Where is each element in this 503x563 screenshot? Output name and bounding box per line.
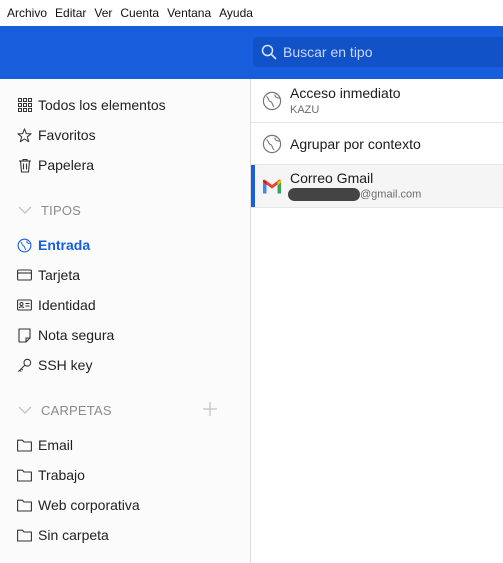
sidebar-item-label: Identidad — [38, 297, 96, 313]
sidebar-item-secure-note[interactable]: Nota segura — [17, 324, 114, 346]
list-item[interactable]: Agrupar por contexto — [251, 123, 503, 165]
app-header — [0, 26, 503, 79]
sidebar-item-label: Email — [38, 437, 74, 453]
item-title: Agrupar por contexto — [290, 136, 421, 152]
sidebar-item-label: Papelera — [38, 157, 95, 173]
sidebar-item-label: Web corporativa — [38, 497, 140, 513]
sidebar-item-label: Tarjeta — [38, 267, 81, 283]
sidebar-item-login[interactable]: Entrada — [17, 234, 90, 256]
item-subtitle: @gmail.com — [360, 188, 422, 201]
id-card-icon — [17, 298, 32, 313]
types-header-label: TIPOS — [41, 202, 82, 218]
sidebar-item-card[interactable]: Tarjeta — [17, 264, 80, 286]
folders-header-label: CARPETAS — [41, 402, 112, 418]
gmail-icon — [262, 177, 282, 197]
sidebar-item-identity[interactable]: Identidad — [17, 294, 96, 316]
search-input[interactable] — [283, 44, 503, 60]
note-icon — [17, 327, 32, 343]
sidebar-item-label: Todos los elementos — [38, 97, 166, 113]
star-icon — [17, 127, 32, 143]
sidebar-item-folder-email[interactable]: Email — [17, 434, 73, 456]
sidebar-item-label: Nota segura — [38, 327, 115, 343]
folder-icon — [17, 438, 32, 453]
list-item[interactable]: Correo Gmail @gmail.com — [251, 165, 503, 208]
menu-archivo[interactable]: Archivo — [7, 0, 47, 26]
globe-icon — [262, 134, 282, 154]
sidebar: Todos los elementos Favoritos Papelera T… — [0, 79, 251, 563]
search-icon — [261, 44, 277, 60]
redacted-username — [288, 188, 360, 201]
grid-icon — [17, 98, 32, 113]
sidebar-item-trash[interactable]: Papelera — [17, 154, 94, 176]
item-title: Correo Gmail — [290, 170, 374, 186]
folder-icon — [17, 498, 32, 513]
credit-card-icon — [17, 268, 32, 283]
folders-section-header[interactable]: CARPETAS — [17, 399, 112, 421]
globe-icon — [17, 238, 32, 253]
menu-ver[interactable]: Ver — [94, 0, 112, 26]
sidebar-item-favorites[interactable]: Favoritos — [17, 124, 96, 146]
menu-bar: Archivo Editar Ver Cuenta Ventana Ayuda — [0, 0, 503, 26]
chevron-down-icon — [17, 402, 33, 418]
menu-editar[interactable]: Editar — [55, 0, 86, 26]
sidebar-item-all-items[interactable]: Todos los elementos — [17, 94, 166, 116]
menu-ventana[interactable]: Ventana — [167, 0, 211, 26]
key-icon — [17, 358, 32, 373]
menu-ayuda[interactable]: Ayuda — [219, 0, 253, 26]
sidebar-item-folder-corporate-web[interactable]: Web corporativa — [17, 494, 140, 516]
sidebar-item-folder-work[interactable]: Trabajo — [17, 464, 85, 486]
vault-item-list: Acceso inmediato KAZU Agrupar por contex… — [251, 79, 503, 563]
item-subtitle: KAZU — [290, 104, 320, 116]
sidebar-item-label: SSH key — [38, 357, 93, 373]
chevron-down-icon — [17, 202, 33, 218]
sidebar-item-no-folder[interactable]: Sin carpeta — [17, 524, 109, 546]
folder-icon — [17, 468, 32, 483]
item-title: Acceso inmediato — [290, 85, 401, 101]
globe-icon — [262, 91, 282, 111]
list-item[interactable]: Acceso inmediato KAZU — [251, 79, 503, 123]
sidebar-item-label: Trabajo — [38, 467, 85, 483]
trash-icon — [17, 158, 32, 173]
menu-cuenta[interactable]: Cuenta — [120, 0, 159, 26]
sidebar-item-ssh-key[interactable]: SSH key — [17, 354, 92, 376]
plus-icon[interactable] — [202, 401, 218, 417]
search-box[interactable] — [253, 37, 503, 67]
item-subtitle-wrap: @gmail.com — [288, 188, 422, 201]
sidebar-item-label: Sin carpeta — [38, 527, 109, 543]
types-section-header[interactable]: TIPOS — [17, 199, 81, 221]
sidebar-item-label: Favoritos — [38, 127, 96, 143]
sidebar-item-label: Entrada — [38, 237, 91, 253]
folder-icon — [17, 528, 32, 543]
